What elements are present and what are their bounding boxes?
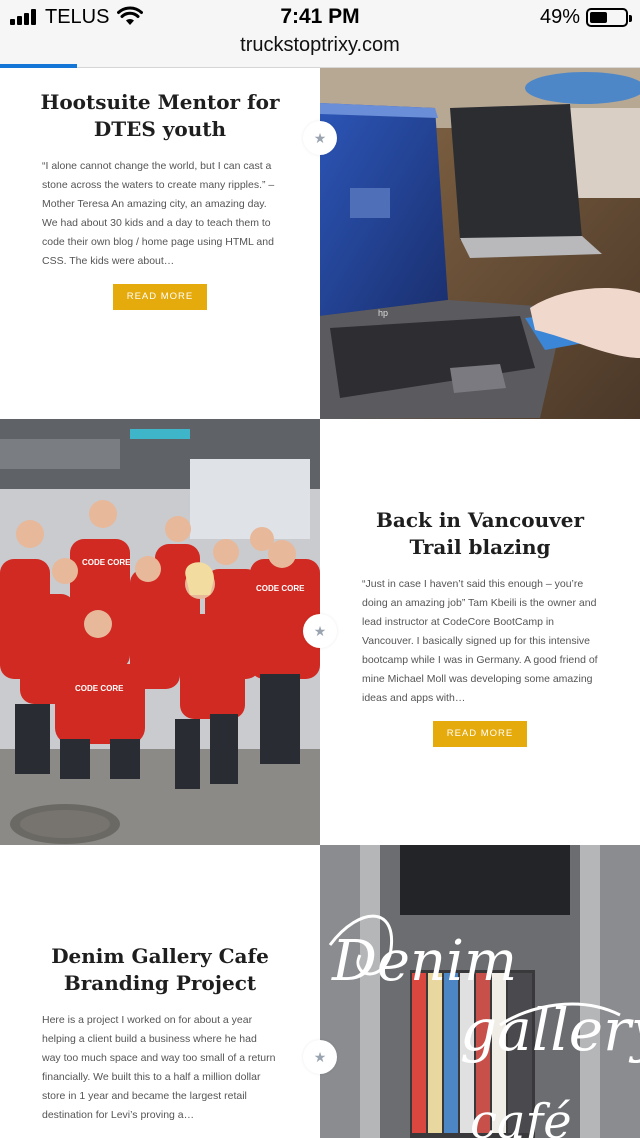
post-image-denim[interactable]: Denim gallery café (320, 845, 640, 1138)
denim-script-text: Denim (331, 929, 517, 994)
post-excerpt: “I alone cannot change the world, but I … (42, 160, 275, 267)
post-card-1: Hootsuite Mentor for DTES youth “I alone… (0, 68, 320, 419)
post-excerpt: Here is a project I worked on for about … (42, 1014, 276, 1121)
star-icon[interactable]: ★ (303, 1040, 337, 1074)
address-bar[interactable]: truckstoptrixy.com (0, 34, 640, 57)
post-image-laptop[interactable]: hp (320, 68, 640, 419)
post-title[interactable]: Back in Vancouver Trail blazing (350, 507, 610, 561)
svg-text:hp: hp (378, 308, 388, 318)
group-photo: CODE CORE CODE CORE CODE CORE (0, 419, 320, 845)
denim-gallery-photo: Denim gallery café (320, 845, 640, 1138)
status-bar: TELUS 7:41 PM 49% (0, 0, 640, 34)
gallery-script-text: gallery (460, 996, 640, 1064)
post-title[interactable]: Hootsuite Mentor for DTES youth (30, 89, 290, 143)
battery-percentage: 49% (539, 6, 580, 28)
laptop-photo: hp (320, 68, 640, 419)
codecore-logo-text: CODE CORE (256, 584, 305, 593)
post-card-3: Denim Gallery Cafe Branding Project Here… (0, 845, 320, 1138)
cafe-script-text: café (470, 1094, 572, 1138)
star-icon[interactable]: ★ (303, 614, 337, 648)
star-icon[interactable]: ★ (303, 121, 337, 155)
codecore-logo-text: CODE CORE (82, 558, 131, 567)
battery-icon (586, 8, 632, 27)
read-more-button[interactable]: READ MORE (112, 284, 208, 310)
post-excerpt: “Just in case I haven’t said this enough… (362, 578, 598, 704)
post-card-2: Back in Vancouver Trail blazing “Just in… (320, 419, 640, 845)
battery-level (590, 12, 607, 23)
post-title[interactable]: Denim Gallery Cafe Branding Project (30, 943, 290, 997)
read-more-button[interactable]: READ MORE (432, 721, 528, 747)
browser-top-bar: TELUS 7:41 PM 49% truckstoptrixy.com (0, 0, 640, 68)
post-image-group[interactable]: CODE CORE CODE CORE CODE CORE (0, 419, 320, 845)
codecore-logo-text: CODE CORE (75, 684, 124, 693)
